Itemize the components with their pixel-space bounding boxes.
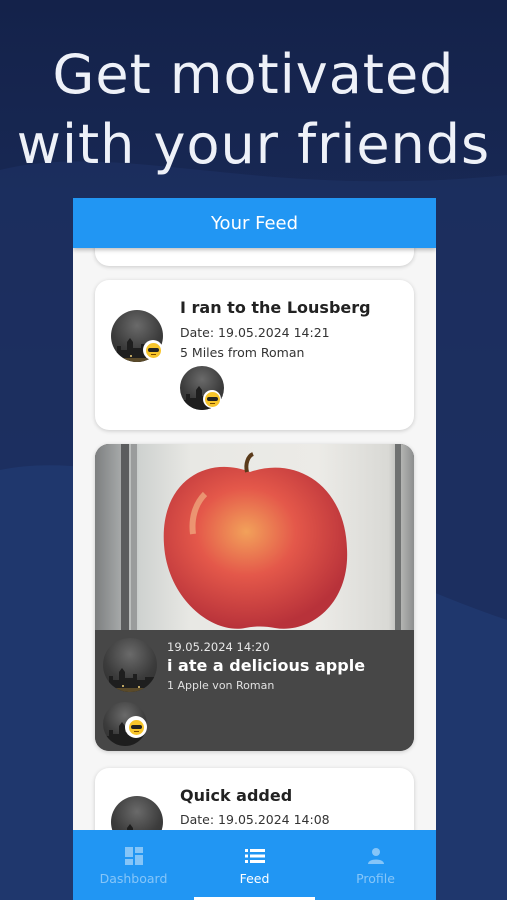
nav-feed-label: Feed [239, 870, 270, 886]
feed-item-date: 19.05.2024 14:20 [167, 640, 270, 654]
nav-dashboard[interactable]: Dashboard [73, 830, 194, 900]
nav-profile-label: Profile [356, 870, 395, 886]
dashboard-icon [124, 845, 143, 867]
feed-item-title: I ran to the Lousberg [180, 298, 371, 317]
person-icon [367, 845, 385, 867]
feed-card-apple[interactable]: 19.05.2024 14:20 i ate a delicious apple… [95, 444, 414, 751]
sunglasses-emoji-icon [143, 340, 163, 360]
feed-item-title: i ate a delicious apple [167, 656, 366, 675]
page-title: Your Feed [210, 212, 299, 234]
feed-item-detail: 5 Miles from Roman [180, 345, 305, 360]
feed-card-partial[interactable] [95, 248, 414, 266]
sunglasses-emoji-icon [203, 390, 221, 408]
headline-line-2: with your friends [16, 113, 491, 176]
feed-item-date: Date: 19.05.2024 14:21 [180, 325, 330, 340]
nav-feed[interactable]: Feed [194, 830, 315, 900]
nav-profile[interactable]: Profile [315, 830, 436, 900]
promo-headline: Get motivated with your friends [0, 40, 507, 180]
user-avatar-icon [103, 638, 157, 692]
app-bar: Your Feed [73, 198, 436, 248]
apple-info-panel: 19.05.2024 14:20 i ate a delicious apple… [95, 630, 414, 751]
feed-item-date: Date: 19.05.2024 14:08 [180, 812, 330, 827]
list-icon [244, 845, 265, 867]
feed-card-run[interactable]: I ran to the Lousberg Date: 19.05.2024 1… [95, 280, 414, 430]
bottom-navigation: Dashboard Feed Profile [73, 830, 436, 900]
feed-list[interactable]: I ran to the Lousberg Date: 19.05.2024 1… [73, 248, 436, 900]
nav-dashboard-label: Dashboard [99, 870, 168, 886]
apple-photo [95, 444, 414, 630]
headline-line-1: Get motivated [52, 43, 455, 106]
app-screen: Your Feed I ran to the Lousberg Date: 19… [73, 198, 436, 900]
sunglasses-emoji-icon [125, 716, 147, 738]
feed-item-detail: 1 Apple von Roman [167, 679, 275, 692]
feed-item-title: Quick added [180, 786, 293, 805]
